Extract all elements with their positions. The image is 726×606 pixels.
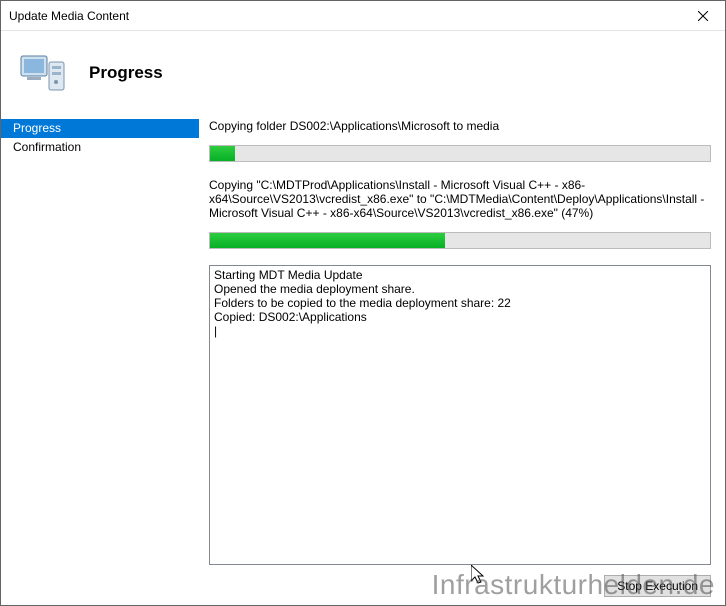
button-row: Stop Execution [209, 575, 711, 597]
progress-bar-1 [209, 145, 711, 162]
progress-bar-2 [209, 232, 711, 249]
window-title: Update Media Content [9, 9, 680, 23]
log-output[interactable]: Starting MDT Media Update Opened the med… [209, 265, 711, 565]
status-text-2: Copying "C:\MDTProd\Applications\Install… [209, 178, 711, 220]
wizard-steps-sidebar: Progress Confirmation [1, 115, 199, 605]
close-icon [698, 11, 708, 21]
wizard-header: Progress [1, 31, 725, 115]
main-panel: Copying folder DS002:\Applications\Micro… [199, 115, 725, 605]
sidebar-item-progress[interactable]: Progress [1, 119, 199, 138]
progress-fill-2 [210, 233, 445, 248]
computer-icon [19, 48, 69, 98]
progress-fill-1 [210, 146, 235, 161]
status-text-1: Copying folder DS002:\Applications\Micro… [209, 119, 711, 133]
sidebar-item-confirmation[interactable]: Confirmation [1, 138, 199, 157]
stop-execution-button[interactable]: Stop Execution [604, 575, 711, 597]
titlebar: Update Media Content [1, 1, 725, 31]
page-title: Progress [89, 63, 163, 83]
close-button[interactable] [680, 1, 725, 30]
content-area: Progress Confirmation Copying folder DS0… [1, 115, 725, 605]
